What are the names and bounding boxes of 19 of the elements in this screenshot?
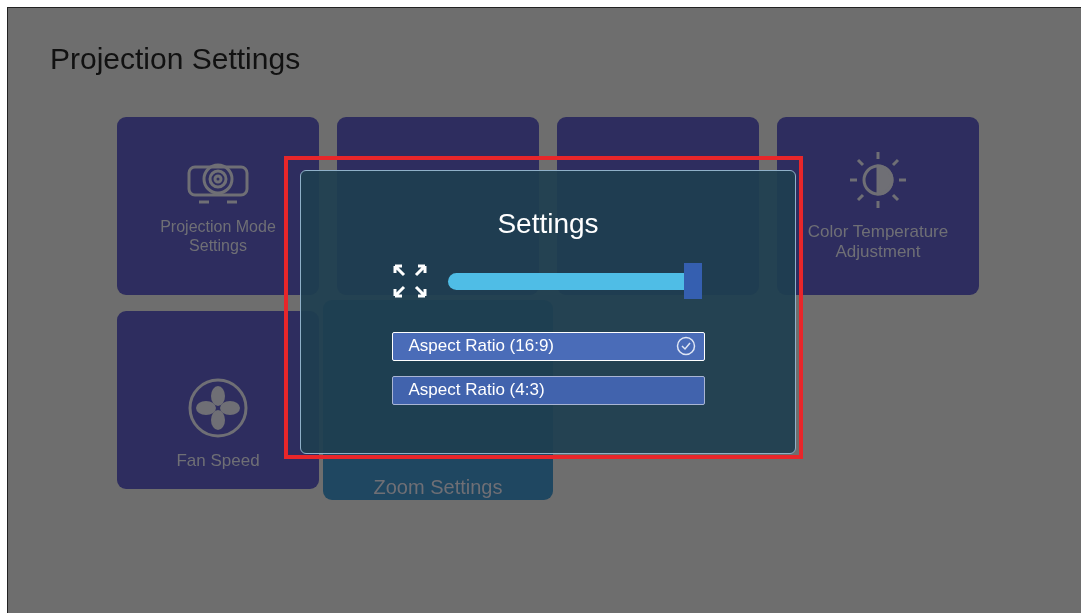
tile-label: Projection Mode Settings bbox=[159, 216, 277, 256]
option-label: Aspect Ratio (4:3) bbox=[408, 379, 545, 402]
slider-thumb[interactable] bbox=[684, 262, 703, 299]
zoom-slider[interactable] bbox=[448, 262, 704, 299]
tile-label: Color Temperature Adjustment bbox=[806, 221, 950, 263]
half-sun-icon bbox=[848, 149, 908, 210]
settings-tile[interactable]: Fan Speed bbox=[117, 311, 319, 489]
page-title: Projection Settings bbox=[50, 41, 302, 77]
fan-icon bbox=[187, 376, 249, 439]
tile-label: Zoom Settings bbox=[372, 477, 504, 497]
option-label: Aspect Ratio (16:9) bbox=[408, 335, 554, 358]
settings-tile[interactable]: Projection Mode Settings bbox=[117, 117, 319, 295]
dialog-title: Settings bbox=[497, 207, 599, 241]
tile-label: Fan Speed bbox=[175, 450, 261, 471]
expand-icon bbox=[392, 262, 428, 299]
settings-tile[interactable]: Color Temperature Adjustment bbox=[777, 117, 979, 295]
check-circle-icon bbox=[675, 336, 696, 357]
aspect-ratio-option[interactable]: Aspect Ratio (4:3) bbox=[391, 375, 705, 405]
aspect-ratio-option[interactable]: Aspect Ratio (16:9) bbox=[391, 331, 705, 361]
